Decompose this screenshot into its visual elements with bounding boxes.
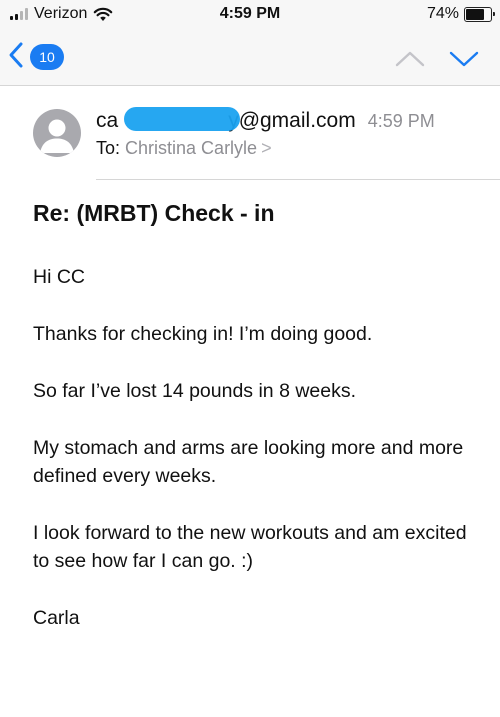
sender-address-start: ca (96, 109, 119, 132)
battery-icon (464, 6, 495, 22)
chevron-right-icon: > (261, 138, 272, 158)
body-paragraph: Carla (33, 607, 80, 629)
nav-bar: 10 (0, 30, 500, 86)
body-paragraph: Thanks for checking in! I’m doing good. (33, 323, 373, 345)
sender-address[interactable]: ca y@gmail.com (96, 107, 356, 133)
previous-message-button[interactable] (394, 48, 426, 70)
sender-address-end: y@gmail.com (228, 109, 356, 132)
sender-line: ca y@gmail.com 4:59 PM (96, 107, 486, 133)
person-icon (40, 119, 74, 153)
battery-percent: 74% (426, 5, 459, 22)
recipient-name[interactable]: Christina Carlyle (125, 138, 257, 158)
status-right: 74% (426, 4, 495, 24)
status-bar: Verizon 4:59 PM 74% (0, 0, 500, 30)
up-arrow-icon (395, 51, 425, 67)
next-message-button[interactable] (448, 48, 480, 70)
sender-avatar[interactable] (33, 109, 81, 157)
unread-count-badge: 10 (30, 44, 64, 70)
email-subject: Re: (MRBT) Check - in (33, 200, 275, 226)
body-paragraph: My stomach and arms are looking more and… (33, 437, 464, 487)
down-arrow-icon (449, 51, 479, 67)
recipient-line[interactable]: To: Christina Carlyle > (96, 138, 272, 159)
header-divider (96, 179, 500, 180)
body-paragraph: I look forward to the new workouts and a… (33, 522, 467, 572)
body-paragraph: Hi CC (33, 266, 85, 288)
back-chevron-icon (8, 41, 24, 74)
status-time: 4:59 PM (219, 5, 281, 22)
message-time: 4:59 PM (367, 111, 435, 131)
to-label: To: (96, 138, 121, 158)
redaction-mark (124, 107, 240, 131)
back-button[interactable]: 10 (8, 40, 64, 74)
body-paragraph: So far I’ve lost 14 pounds in 8 weeks. (33, 380, 357, 402)
email-body: Hi CC Thanks for checking in! I’m doing … (33, 263, 488, 661)
battery-fill (466, 8, 484, 20)
